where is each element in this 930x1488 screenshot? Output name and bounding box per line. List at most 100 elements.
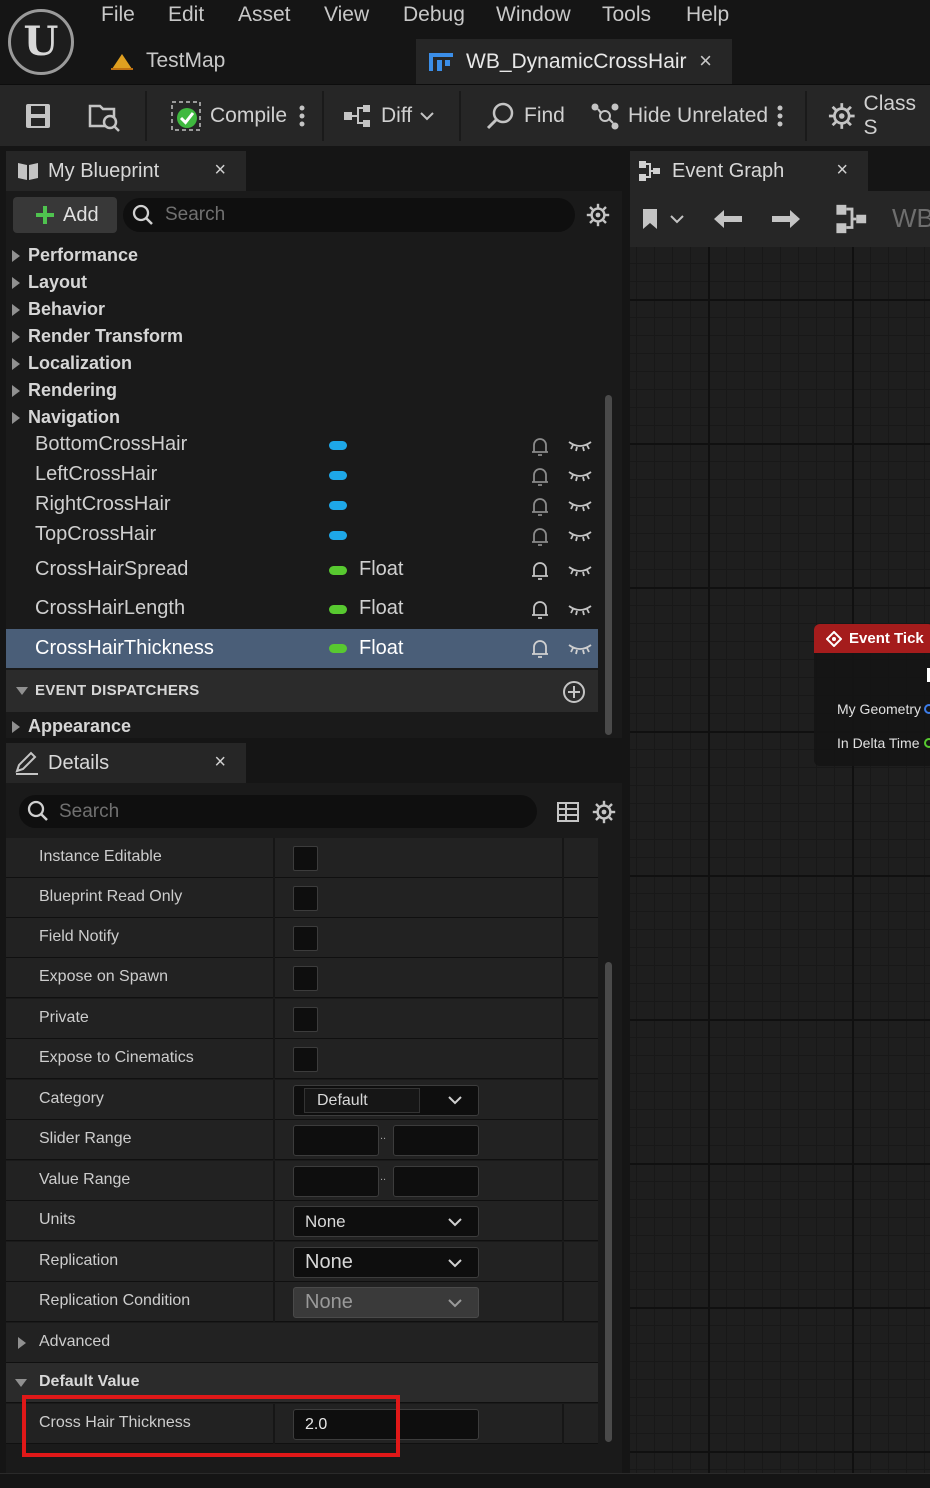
variable-row-topcrosshair[interactable]: TopCrossHair [6,518,598,554]
instance-editable-checkbox[interactable] [293,846,318,871]
collapse-arrow-icon [15,1379,27,1387]
tab-wb-dynamic-crosshair[interactable]: WB_DynamicCrossHair × [416,39,732,84]
bell-icon[interactable] [530,436,550,458]
details-scrollbar[interactable] [605,962,612,1442]
eye-closed-icon[interactable] [568,561,592,579]
category-value[interactable]: Default [304,1088,420,1113]
pin-in-delta-time[interactable]: In Delta Time [837,735,919,751]
variable-row-crosshairlength[interactable]: CrossHairLength Float [6,590,598,628]
search-icon [132,204,153,225]
toolbar-separator [805,91,807,141]
compile-button[interactable]: Compile [170,85,287,147]
category-label: Rendering [28,380,118,400]
private-checkbox[interactable] [293,1007,318,1032]
expose-on-spawn-checkbox[interactable] [293,966,318,991]
menu-edit[interactable]: Edit [168,3,204,27]
menu-window[interactable]: Window [496,3,571,27]
my-blueprint-search-input[interactable]: Search [123,198,575,232]
bell-icon[interactable] [530,526,550,548]
eye-closed-icon[interactable] [568,466,592,484]
pin-my-geometry[interactable]: My Geometry [837,701,921,717]
add-button[interactable]: Add [13,197,117,233]
bell-icon[interactable] [530,466,550,488]
eye-closed-icon[interactable] [568,436,592,454]
value-range-max-input[interactable] [393,1166,479,1197]
expose-to-cinematics-checkbox[interactable] [293,1047,318,1072]
category-appearance[interactable]: Appearance [12,713,131,740]
my-blueprint-scrollbar[interactable] [605,395,612,735]
book-icon [18,163,38,180]
close-icon[interactable]: × [836,159,848,182]
menu-view[interactable]: View [324,3,369,27]
field-notify-checkbox[interactable] [293,926,318,951]
category-render-transform[interactable]: Render Transform [12,323,183,350]
tab-details[interactable]: Details × [6,743,246,783]
tab-my-blueprint[interactable]: My Blueprint × [6,151,246,191]
save-button[interactable] [24,85,52,147]
bookmark-icon[interactable] [640,207,660,231]
graph-breadcrumb[interactable]: WB [892,203,930,234]
forward-arrow-icon[interactable] [770,207,802,231]
menu-help[interactable]: Help [686,3,729,27]
property-label: Slider Range [39,1130,132,1147]
property-label: Blueprint Read Only [39,888,183,905]
class-settings-button[interactable]: Class S [828,85,930,147]
category-rendering[interactable]: Rendering [12,377,117,404]
eye-closed-icon[interactable] [568,639,592,657]
eye-closed-icon[interactable] [568,600,592,618]
event-tick-node-header[interactable]: Event Tick [814,624,930,653]
eye-closed-icon[interactable] [568,496,592,514]
close-icon[interactable]: × [699,48,712,74]
pin-in-delta-time-socket[interactable] [924,738,930,748]
diff-button[interactable]: Diff [343,85,434,147]
replication-condition-combobox: None [293,1287,479,1318]
property-label: Private [39,1009,89,1026]
category-localization[interactable]: Localization [12,350,132,377]
hide-unrelated-button[interactable]: Hide Unrelated [590,85,768,147]
menu-file[interactable]: File [101,3,135,27]
blueprint-read-only-checkbox[interactable] [293,886,318,911]
units-combobox[interactable]: None [293,1206,479,1237]
settings-gear-icon[interactable] [586,203,610,227]
browse-button[interactable] [88,85,122,147]
variable-row-crosshairspread[interactable]: CrossHairSpread Float [6,551,598,589]
find-button[interactable]: Find [486,85,565,147]
pin-my-geometry-socket[interactable] [924,704,930,714]
variable-row-crosshairthickness[interactable]: CrossHairThickness Float [6,629,598,668]
chevron-down-icon[interactable] [670,214,684,224]
bell-icon[interactable] [530,638,550,660]
unreal-logo-icon[interactable]: U [8,9,74,75]
event-dispatchers-header[interactable]: EVENT DISPATCHERS [6,670,598,712]
add-circle-icon[interactable] [562,680,586,704]
graph-icon[interactable] [835,203,869,235]
event-graph-canvas[interactable] [630,247,930,1473]
category-navigation[interactable]: Navigation [12,404,120,431]
eye-closed-icon[interactable] [568,526,592,544]
menu-tools[interactable]: Tools [602,3,651,27]
replication-combobox[interactable]: None [293,1247,479,1278]
category-behavior[interactable]: Behavior [12,296,105,323]
bell-icon[interactable] [530,599,550,621]
compile-options-button[interactable] [298,85,306,147]
bell-icon[interactable] [530,560,550,582]
menu-debug[interactable]: Debug [403,3,465,27]
hide-unrelated-options-button[interactable] [776,85,784,147]
slider-range-min-input[interactable] [293,1125,379,1156]
back-arrow-icon[interactable] [712,207,744,231]
category-layout[interactable]: Layout [12,269,87,296]
default-value-section-label: Default Value [39,1373,140,1390]
close-icon[interactable]: × [214,159,226,182]
category-performance[interactable]: Performance [12,242,138,269]
close-icon[interactable]: × [214,751,226,774]
advanced-section[interactable]: Advanced [6,1323,598,1363]
value-range-min-input[interactable] [293,1166,379,1197]
tab-testmap[interactable]: TestMap [100,40,400,82]
slider-range-max-input[interactable] [393,1125,479,1156]
bell-icon[interactable] [530,496,550,518]
settings-gear-icon[interactable] [592,800,616,824]
details-search-input[interactable]: Search [19,795,537,828]
tab-event-graph[interactable]: Event Graph × [630,151,868,191]
menu-asset[interactable]: Asset [238,3,291,27]
category-combobox[interactable]: Default [293,1085,479,1116]
table-view-icon[interactable] [556,801,580,823]
